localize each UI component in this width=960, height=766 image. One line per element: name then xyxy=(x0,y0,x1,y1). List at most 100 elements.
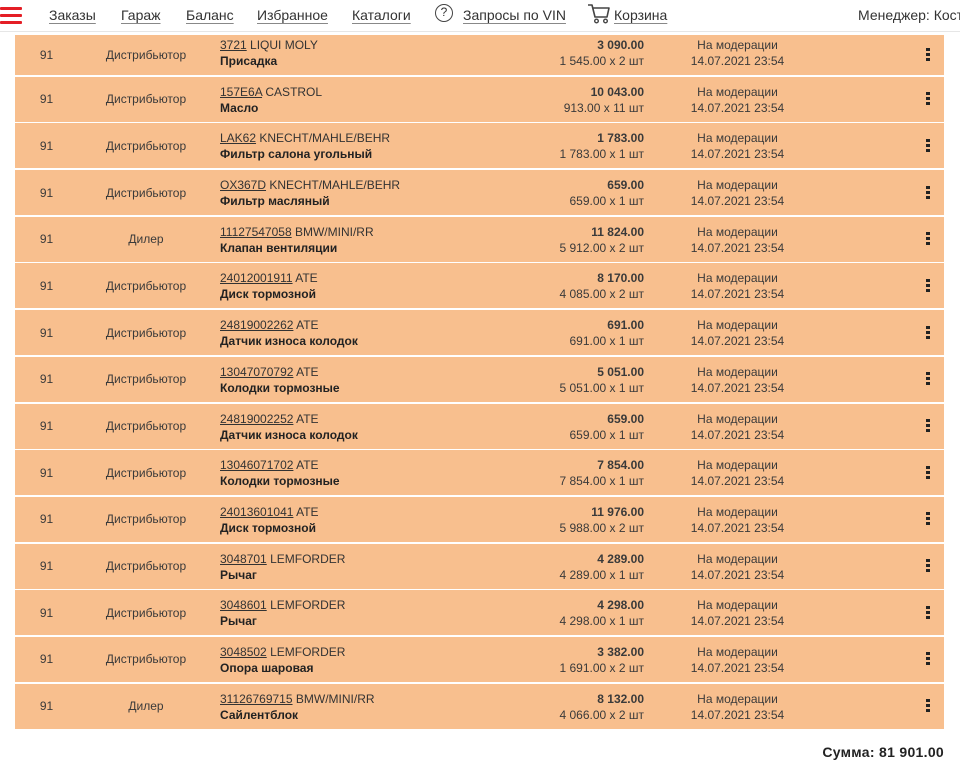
table-row: 91 Дистрибьютор 24819002252 ATE Датчик изно… xyxy=(15,403,944,449)
row-item: 3048502 LEMFORDER Опора шаровая xyxy=(220,644,345,676)
table-row: 91 Дистрибьютор OX367D KNECHT/MAHLE/BEHR Фи… xyxy=(15,170,944,216)
row-unit-price: 4 298.00 x 1 шт xyxy=(559,614,644,629)
row-article-link[interactable]: 3721 xyxy=(220,38,247,52)
nav-favorites[interactable]: Избранное xyxy=(257,7,328,23)
row-qty: 91 xyxy=(39,325,54,340)
row-supplier-type: Дистрибьютор xyxy=(105,465,187,480)
row-article-link[interactable]: 3048701 xyxy=(220,552,267,566)
row-status-text: На модерации xyxy=(697,224,778,239)
row-total: 11 824.00 xyxy=(591,224,644,239)
row-status: На модерации 14.07.2021 23:54 xyxy=(675,457,800,489)
more-vertical-icon[interactable] xyxy=(926,325,930,340)
more-vertical-icon[interactable] xyxy=(926,465,930,480)
top-nav: Заказы Гараж Баланс Избранное Каталоги ?… xyxy=(0,0,960,32)
nav-catalogs[interactable]: Каталоги xyxy=(352,7,411,23)
table-row: 91 Дилер 11127547058 BMW/MINI/RR Клапан вен… xyxy=(15,216,944,262)
table-row: 91 Дистрибьютор 3048601 LEMFORDER Рычаг 4 29… xyxy=(15,590,944,636)
row-status-text: На модерации xyxy=(697,271,778,286)
row-status-text: На модерации xyxy=(697,504,778,519)
more-vertical-icon[interactable] xyxy=(926,48,930,62)
row-item-name: Присадка xyxy=(220,54,278,68)
row-brand: KNECHT/MAHLE/BEHR xyxy=(259,131,391,146)
row-status-text: На модерации xyxy=(697,38,778,52)
row-brand: LEMFORDER xyxy=(270,644,346,659)
row-qty: 91 xyxy=(39,232,54,247)
cart-icon[interactable] xyxy=(587,2,611,24)
row-date: 14.07.2021 23:54 xyxy=(690,660,785,675)
more-vertical-icon[interactable] xyxy=(926,278,930,293)
more-vertical-icon[interactable] xyxy=(926,372,930,386)
row-unit-price: 5 988.00 x 2 шт xyxy=(559,520,644,535)
more-vertical-icon[interactable] xyxy=(926,92,930,106)
row-status-text: На модерации xyxy=(697,131,778,146)
row-article-link[interactable]: 3048502 xyxy=(220,645,267,659)
more-vertical-icon[interactable] xyxy=(926,419,930,433)
row-supplier-type: Дистрибьютор xyxy=(105,419,187,433)
menu-icon[interactable] xyxy=(0,7,22,25)
nav-cart[interactable]: Корзина xyxy=(614,7,667,23)
row-item: 24819002252 ATE Датчик износа колодок xyxy=(220,411,358,443)
row-status: На модерации 14.07.2021 23:54 xyxy=(675,644,800,676)
row-qty: 91 xyxy=(39,278,54,293)
row-price: 8 132.00 4 066.00 x 2 шт xyxy=(559,691,644,723)
row-qty: 91 xyxy=(39,48,54,62)
row-article-link[interactable]: 11127547058 xyxy=(220,225,292,239)
row-status: На модерации 14.07.2021 23:54 xyxy=(675,597,800,629)
row-price: 659.00 659.00 x 1 шт xyxy=(569,177,644,209)
row-date: 14.07.2021 23:54 xyxy=(690,707,785,722)
row-unit-price: 1 545.00 x 2 шт xyxy=(559,54,644,68)
row-unit-price: 4 066.00 x 2 шт xyxy=(559,707,644,722)
row-article-link[interactable]: 24012001911 xyxy=(220,271,293,285)
more-vertical-icon[interactable] xyxy=(926,512,930,526)
row-article-link[interactable]: 24013601041 xyxy=(220,505,293,519)
row-total: 659.00 xyxy=(607,178,644,193)
row-unit-price: 913.00 x 11 шт xyxy=(563,100,644,115)
row-article-link[interactable]: 13047070792 xyxy=(220,365,293,379)
row-item: 11127547058 BMW/MINI/RR Клапан вентиляции xyxy=(220,224,374,256)
row-price: 4 298.00 4 298.00 x 1 шт xyxy=(559,597,644,629)
row-unit-price: 659.00 x 1 шт xyxy=(569,194,644,209)
row-status: На модерации 14.07.2021 23:54 xyxy=(675,504,800,536)
row-date: 14.07.2021 23:54 xyxy=(690,380,785,395)
row-item: 31126769715 BMW/MINI/RR Сайлентблок xyxy=(220,691,375,723)
row-date: 14.07.2021 23:54 xyxy=(690,287,785,302)
row-status: На модерации 14.07.2021 23:54 xyxy=(675,551,800,583)
row-total: 3 090.00 xyxy=(597,38,644,52)
row-date: 14.07.2021 23:54 xyxy=(690,54,785,68)
row-article-link[interactable]: 13046071702 xyxy=(220,458,293,472)
nav-balance[interactable]: Баланс xyxy=(186,7,234,23)
nav-orders[interactable]: Заказы xyxy=(49,7,96,23)
row-price: 3 090.00 1 545.00 x 2 шт xyxy=(559,37,644,69)
row-article-link[interactable]: LAK62 xyxy=(220,131,256,145)
row-article-link[interactable]: 157E6A xyxy=(220,85,262,99)
more-vertical-icon[interactable] xyxy=(926,605,930,620)
row-unit-price: 1 691.00 x 2 шт xyxy=(559,660,644,675)
row-article-link[interactable]: 3048601 xyxy=(220,598,267,612)
order-total: Сумма: 81 901.00 xyxy=(822,744,944,760)
row-date: 14.07.2021 23:54 xyxy=(690,240,785,255)
row-status: На модерации 14.07.2021 23:54 xyxy=(675,270,800,302)
nav-vin-requests[interactable]: Запросы по VIN xyxy=(463,7,566,23)
row-item-name: Сайлентблок xyxy=(220,707,299,722)
row-article-link[interactable]: 31126769715 xyxy=(220,692,293,706)
row-article-link[interactable]: OX367D xyxy=(220,178,266,192)
more-vertical-icon[interactable] xyxy=(926,138,930,153)
help-circle-icon[interactable]: ? xyxy=(435,4,453,22)
more-vertical-icon[interactable] xyxy=(926,232,930,246)
table-row: 91 Дистрибьютор LAK62 KNECHT/MAHLE/BEHR Фил… xyxy=(15,123,944,169)
row-article-link[interactable]: 24819002252 xyxy=(220,412,293,426)
row-qty: 91 xyxy=(39,512,54,527)
row-article-link[interactable]: 24819002262 xyxy=(220,318,293,332)
row-total: 8 132.00 xyxy=(597,691,644,706)
nav-garage[interactable]: Гараж xyxy=(121,7,161,23)
more-vertical-icon[interactable] xyxy=(926,699,930,713)
more-vertical-icon[interactable] xyxy=(926,559,930,573)
row-item: LAK62 KNECHT/MAHLE/BEHR Фильтр салона уго… xyxy=(220,130,390,162)
row-total: 7 854.00 xyxy=(597,458,644,473)
row-price: 4 289.00 4 289.00 x 1 шт xyxy=(559,551,644,583)
row-item-name: Клапан вентиляции xyxy=(220,240,338,255)
more-vertical-icon[interactable] xyxy=(926,652,930,666)
row-status: На модерации 14.07.2021 23:54 xyxy=(675,177,800,209)
table-row: 91 Дистрибьютор 24819002262 ATE Датчик изно… xyxy=(15,310,944,356)
more-vertical-icon[interactable] xyxy=(926,185,930,200)
